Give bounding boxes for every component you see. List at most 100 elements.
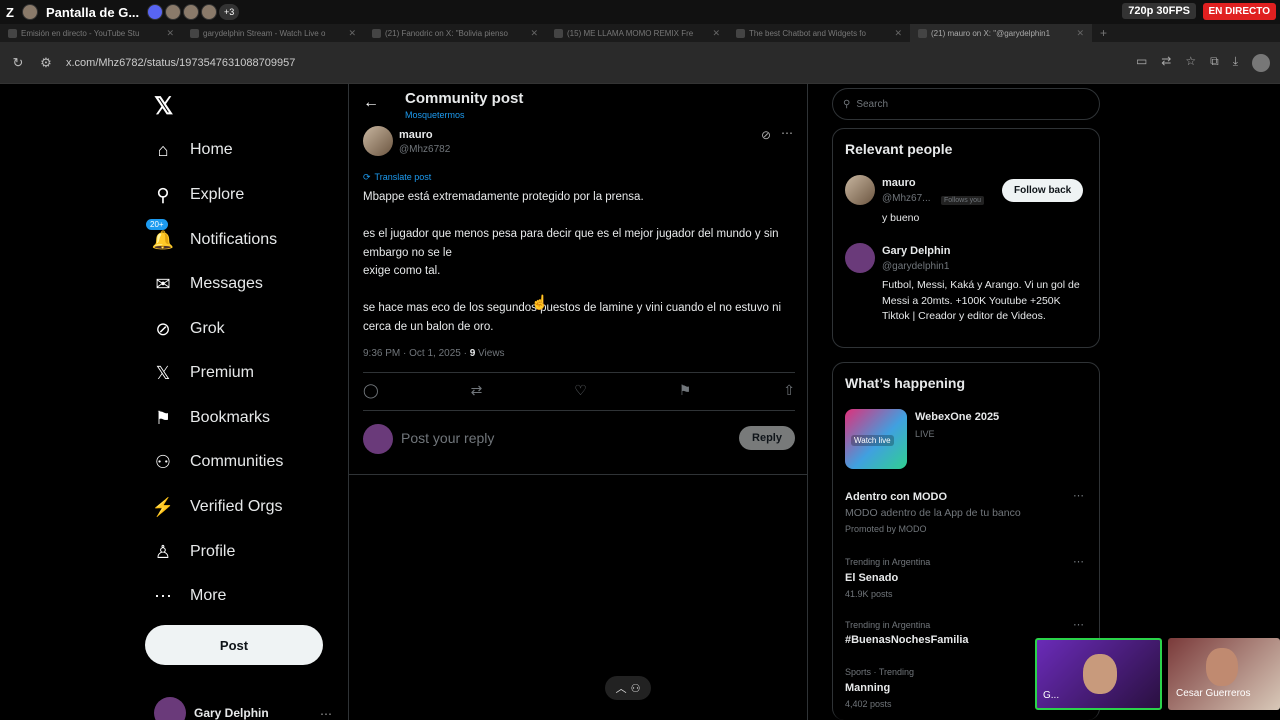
translate-icon[interactable]: ⇄ (1161, 54, 1171, 72)
grok-icon: ⊘ (155, 318, 171, 339)
close-icon[interactable]: ✕ (712, 28, 720, 39)
nav-messages[interactable]: ✉ Messages (152, 268, 262, 300)
stream-overlay-bar: Z Pantalla de G... +3 720p 30FPS EN DIRE… (0, 0, 1280, 24)
scroll-top-people-button[interactable]: ︿ ⚇ (605, 676, 651, 700)
browser-tab[interactable]: The best Chatbot and Widgets fo ✕ (728, 24, 910, 42)
browser-tab[interactable]: garydelphin Stream - Watch Live o ✕ (182, 24, 364, 42)
post-actions: ◯ ⇄ ♡ ⚑ ⇧ (363, 382, 795, 399)
follow-back-button[interactable]: Follow back (1002, 179, 1084, 202)
nav-grok[interactable]: ⊘ Grok (152, 313, 225, 345)
nav-profile[interactable]: ♙ Profile (152, 536, 235, 568)
browser-tab[interactable]: (15) ME LLAMA MOMO REMIX Fre ✕ (546, 24, 728, 42)
tab-label: (15) ME LLAMA MOMO REMIX Fre (567, 28, 694, 38)
account-switcher[interactable]: Gary Delphin ⋯ (154, 697, 332, 720)
nav-label: Grok (190, 320, 225, 337)
close-icon[interactable]: ✕ (348, 28, 356, 39)
trend-title[interactable]: #BuenasNochesFamilia (845, 634, 969, 646)
more-dots-icon[interactable]: ⋯ (1073, 555, 1084, 568)
person-name[interactable]: mauro (882, 177, 916, 189)
more-dots-icon[interactable]: ⋯ (1073, 489, 1084, 502)
community-link[interactable]: Mosquetermos (405, 110, 465, 120)
browser-tab[interactable]: (21) Fanodric on X: "Bolivia pienso ✕ (364, 24, 546, 42)
tab-label: (21) Fanodric on X: "Bolivia pienso (385, 28, 508, 38)
viewer-avatars: +3 (147, 4, 240, 20)
viewer-avatar (165, 4, 182, 20)
page-title: Community post (405, 90, 524, 107)
avatar[interactable] (845, 243, 875, 273)
mouse-cursor-icon: ☝ (531, 294, 549, 310)
trend-title[interactable]: Manning (845, 682, 890, 694)
person-handle: @Mhz67... (882, 193, 931, 204)
nav-verified-orgs[interactable]: ⚡ Verified Orgs (151, 491, 283, 523)
url-field[interactable]: x.com/Mhz6782/status/1973547631088709957 (66, 57, 1124, 69)
author-name[interactable]: mauro (399, 129, 433, 141)
bookmark-icon[interactable]: ⚑ (679, 382, 692, 399)
event-title[interactable]: WebexOne 2025 (915, 411, 999, 423)
browser-tab-active[interactable]: (21) mauro on X: "@garydelphin1 ✕ (910, 24, 1092, 42)
event-status: LIVE (915, 429, 935, 439)
divider (363, 372, 795, 373)
search-input[interactable]: ⚲ Search (832, 88, 1100, 120)
bookmark-star-icon[interactable]: ☆ (1185, 54, 1196, 72)
youtube-favicon-icon (8, 28, 17, 38)
divider (363, 410, 795, 411)
post-paragraph: Mbappe está extremadamente protegido por… (363, 191, 644, 203)
x-logo-icon[interactable]: 𝕏 (154, 92, 173, 121)
nav-communities[interactable]: ⚇ Communities (152, 446, 283, 478)
reload-icon[interactable]: ↻ (10, 55, 26, 71)
author-avatar[interactable] (363, 126, 393, 156)
nav-more[interactable]: ⋯ More (152, 580, 226, 612)
promoted-label: Promoted by MODO (845, 524, 927, 534)
back-arrow-icon[interactable]: ← (363, 94, 379, 112)
extensions-icon[interactable]: ⧉ (1210, 54, 1219, 72)
chevron-up-icon: ︿ (615, 683, 627, 695)
new-tab-button[interactable]: + (1092, 26, 1115, 40)
download-icon[interactable]: ⤓ (1233, 54, 1238, 72)
nav-notifications[interactable]: 🔔 20+ Notifications (146, 219, 277, 256)
close-icon[interactable]: ✕ (1076, 28, 1084, 39)
nav-premium[interactable]: 𝕏 Premium (152, 357, 254, 389)
close-icon[interactable]: ✕ (894, 28, 902, 39)
cast-icon[interactable]: ▭ (1136, 54, 1147, 72)
like-icon[interactable]: ♡ (574, 382, 587, 399)
divider (349, 474, 807, 475)
author-handle[interactable]: @Mhz6782 (399, 144, 450, 155)
nav-label: More (190, 587, 227, 604)
post-button[interactable]: Post (145, 625, 323, 665)
more-dots-icon[interactable]: ⋯ (781, 126, 793, 140)
close-icon[interactable]: ✕ (530, 28, 538, 39)
browser-tab[interactable]: Emisión en directo - YouTube Stu ✕ (0, 24, 182, 42)
nav-home[interactable]: ⌂ Home (152, 134, 233, 166)
profile-avatar[interactable] (1252, 53, 1270, 72)
grok-icon[interactable]: ⊘ (761, 128, 771, 142)
repost-icon[interactable]: ⇄ (471, 382, 483, 399)
site-settings-icon[interactable]: ⚙ (38, 55, 54, 71)
nav-label: Bookmarks (190, 409, 271, 426)
close-icon[interactable]: ✕ (166, 28, 174, 39)
people-icon: ⚇ (630, 682, 641, 695)
webcam-overlay: Cesar Guerreros (1168, 638, 1280, 710)
nav-label: Explore (190, 186, 245, 203)
webcam-overlay: G... (1035, 638, 1162, 710)
right-sidebar: ⚲ Search Relevant people mauro @Mhz67... … (832, 84, 1100, 720)
reply-button[interactable]: Reply (739, 426, 795, 450)
person-icon: ♙ (154, 541, 172, 562)
reply-input[interactable]: Post your reply (401, 430, 494, 446)
lightning-icon: ⚡ (151, 496, 175, 517)
tab-label: (21) mauro on X: "@garydelphin1 (931, 28, 1051, 38)
trend-title[interactable]: Adentro con MODO (845, 491, 947, 503)
avatar[interactable] (845, 175, 875, 205)
nav-bookmarks[interactable]: ⚑ Bookmarks (152, 402, 270, 434)
person-name[interactable]: Gary Delphin (882, 245, 950, 257)
nav-explore[interactable]: ⚲ Explore (152, 179, 244, 211)
person-handle: @garydelphin1 (882, 261, 950, 272)
reply-icon[interactable]: ◯ (363, 382, 379, 399)
event-thumbnail[interactable]: Watch live (845, 409, 907, 469)
translate-post-link[interactable]: ⟳ Translate post (363, 172, 431, 183)
youtube-favicon-icon (554, 28, 563, 38)
more-dots-icon[interactable]: ⋯ (320, 707, 332, 720)
trend-title[interactable]: El Senado (845, 572, 898, 584)
more-dots-icon[interactable]: ⋯ (1073, 618, 1084, 631)
share-icon[interactable]: ⇧ (783, 382, 795, 399)
chatbot-favicon-icon (736, 28, 745, 38)
